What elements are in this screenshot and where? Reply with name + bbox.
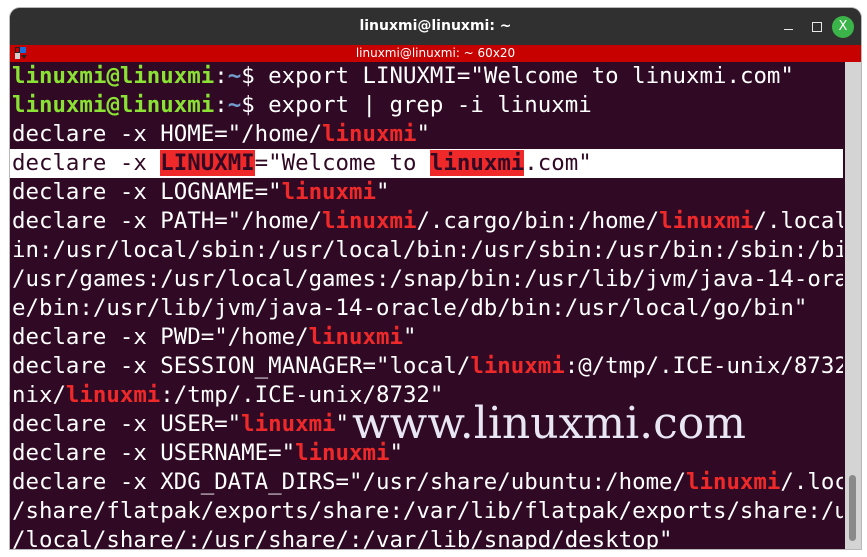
- terminal-text: .com": [524, 150, 592, 176]
- terminal-text: declare -x USERNAME=": [12, 440, 296, 466]
- terminal-text: $ export LINUXMI="Welcome to linuxmi.com…: [241, 63, 794, 89]
- terminal-text: declare -x PWD="/home/: [12, 324, 309, 350]
- terminal-text: /usr/games:/usr/local/games:/snap/bin:/u…: [12, 266, 843, 292]
- scrollbar[interactable]: [845, 62, 861, 549]
- terminal-line: /share/flatpak/exports/share:/var/lib/fl…: [10, 497, 843, 526]
- terminal-text: /local/share/:/usr/share/:/var/lib/snapd…: [12, 527, 673, 549]
- terminal-text: declare -x PATH="/home/: [12, 208, 323, 234]
- scrollbar-thumb[interactable]: [849, 475, 856, 541]
- terminal-line: declare -x PATH="/home/linuxmi/.cargo/bi…: [10, 207, 843, 236]
- grep-match: linuxmi: [429, 150, 525, 176]
- terminal-text: $ export | grep -i linuxmi: [241, 92, 592, 118]
- terminal-line-highlighted: declare -x LINUXMI="Welcome to linuxmi.c…: [10, 149, 843, 178]
- close-icon: X: [832, 15, 854, 38]
- close-button[interactable]: X: [828, 8, 858, 45]
- terminal-output[interactable]: linuxmi@linuxmi:~$ export LINUXMI="Welco…: [10, 62, 843, 549]
- tab-bar: linuxmi@linuxmi: ~ 60x20: [10, 45, 861, 62]
- terminal-text: /.local: [780, 469, 843, 495]
- terminal-text: in:/usr/local/sbin:/usr/local/bin:/usr/s…: [12, 237, 843, 263]
- terminal-text: /.local/b: [753, 208, 843, 234]
- grep-match: linuxmi: [308, 324, 403, 350]
- grep-match: linuxmi: [241, 411, 336, 437]
- terminal-line: linuxmi@linuxmi:~$ export | grep -i linu…: [10, 91, 843, 120]
- terminal-text: declare -x SESSION_MANAGER="local/: [12, 353, 471, 379]
- shell-prompt: linuxmi@linuxmi: [12, 63, 215, 89]
- terminal-text: declare -x USER=": [12, 411, 242, 437]
- terminal-line: declare -x HOME="/home/linuxmi": [10, 120, 843, 149]
- grep-match: LINUXMI: [160, 150, 255, 176]
- terminal-text: :: [214, 63, 228, 89]
- terminal-line: e/bin:/usr/lib/jvm/java-14-oracle/db/bin…: [10, 294, 843, 323]
- grep-match: linuxmi: [322, 208, 417, 234]
- grep-match: linuxmi: [322, 121, 417, 147]
- terminal-text: nix/: [12, 382, 66, 408]
- terminal-line: /usr/games:/usr/local/games:/snap/bin:/u…: [10, 265, 843, 294]
- terminal-text: declare -x HOME="/home/: [12, 121, 323, 147]
- tab-title: linuxmi@linuxmi: ~ 60x20: [355, 46, 516, 60]
- grep-match: linuxmi: [686, 469, 781, 495]
- window-title: linuxmi@linuxmi: ~: [359, 18, 512, 34]
- terminal-text: :@/tmp/.ICE-unix/8732,u: [564, 353, 843, 379]
- grep-match: linuxmi: [659, 208, 754, 234]
- terminal-text: declare -x: [12, 150, 161, 176]
- terminal-line: declare -x LOGNAME="linuxmi": [10, 178, 843, 207]
- terminal-text: ": [375, 179, 390, 205]
- terminal-text: :: [214, 92, 228, 118]
- terminal-line: declare -x XDG_DATA_DIRS="/usr/share/ubu…: [10, 468, 843, 497]
- prompt-path: ~: [227, 92, 242, 118]
- minimize-button[interactable]: [773, 8, 803, 45]
- terminal-text: ": [335, 411, 350, 437]
- terminal-line: declare -x SESSION_MANAGER="local/linuxm…: [10, 352, 843, 381]
- terminal-text: e/bin:/usr/lib/jvm/java-14-oracle/db/bin…: [12, 295, 808, 321]
- minimize-icon: [783, 29, 793, 30]
- grep-match: linuxmi: [281, 179, 376, 205]
- maximize-icon: [812, 21, 822, 32]
- terminal-text: declare -x LOGNAME=": [12, 179, 282, 205]
- terminal-line: in:/usr/local/sbin:/usr/local/bin:/usr/s…: [10, 236, 843, 265]
- prompt-path: ~: [227, 63, 242, 89]
- terminal-line: linuxmi@linuxmi:~$ export LINUXMI="Welco…: [10, 62, 843, 91]
- watermark: www.linuxmi.com: [352, 398, 747, 449]
- terminal-window: linuxmi@linuxmi: ~ X linuxmi@linuxmi: ~ …: [10, 8, 861, 549]
- grep-match: linuxmi: [65, 382, 161, 408]
- terminal-text: ": [416, 121, 430, 147]
- terminal-text: ="Welcome to: [254, 150, 430, 176]
- terminal-line: declare -x PWD="/home/linuxmi": [10, 323, 843, 352]
- terminal-text: declare -x XDG_DATA_DIRS="/usr/share/ubu…: [12, 469, 687, 495]
- terminal-text: /share/flatpak/exports/share:/var/lib/fl…: [12, 498, 843, 524]
- shell-prompt: linuxmi@linuxmi: [12, 92, 215, 118]
- terminal-line: /local/share/:/usr/share/:/var/lib/snapd…: [10, 526, 843, 549]
- title-bar[interactable]: linuxmi@linuxmi: ~ X: [10, 8, 861, 45]
- grep-match: linuxmi: [470, 353, 565, 379]
- terminal-text: ": [402, 324, 417, 350]
- terminal-text: /.cargo/bin:/home/: [416, 208, 660, 234]
